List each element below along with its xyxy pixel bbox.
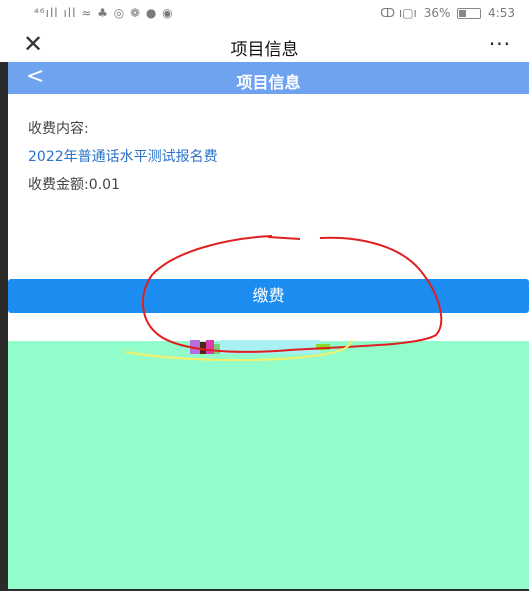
fee-amount: 收费金额:0.01	[28, 177, 120, 193]
battery-icon	[457, 8, 482, 19]
status-right-group: ↀ ı▢ı 36% 4:53	[380, 6, 515, 20]
green-blank-area	[8, 341, 529, 591]
fee-item-name: 2022年普通话水平测试报名费	[28, 149, 218, 165]
battery-percent: 36%	[423, 6, 451, 20]
fee-content-label: 收费内容:	[28, 121, 89, 137]
status-bar: ⁴⁶ıll ıll ≈ ♣ ◎ ❁ ● ◉ ↀ ı▢ı 36% 4:53	[0, 0, 529, 28]
more-options-icon[interactable]: ···	[489, 32, 511, 56]
clock-time: 4:53	[488, 6, 515, 20]
status-misc-icons: ↀ ı▢ı	[380, 6, 417, 20]
battery-fill	[459, 10, 467, 17]
phone-screen: ⁴⁶ıll ıll ≈ ♣ ◎ ❁ ● ◉ ↀ ı▢ı 36% 4:53 ✕ 项…	[0, 0, 529, 591]
pay-button[interactable]: 缴费	[8, 279, 529, 313]
left-frame-edge	[0, 0, 8, 591]
title-bar: ✕ 项目信息 ···	[0, 28, 529, 62]
status-signal-icons: ⁴⁶ıll ıll ≈ ♣ ◎ ❁ ● ◉	[34, 6, 174, 20]
render-glitch-strip	[190, 340, 330, 354]
header-title: 项目信息	[236, 73, 301, 92]
page-title: 项目信息	[230, 40, 299, 60]
blue-header-bar: < 项目信息	[8, 62, 529, 94]
